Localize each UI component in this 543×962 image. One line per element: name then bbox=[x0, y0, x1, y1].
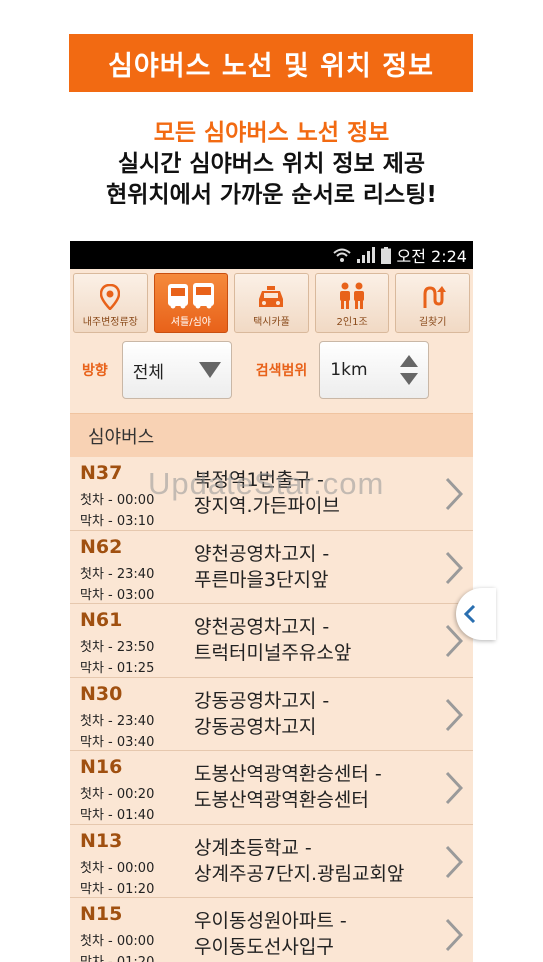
signal-icon bbox=[356, 247, 375, 263]
route-start: 도봉산역광역환승센터 - bbox=[194, 763, 382, 785]
route-end: 푸른마을3단지앞 bbox=[194, 568, 329, 591]
route-row[interactable]: N13 첫차 - 00:00 막차 - 01:20 상계초등학교 - 상계주공7단지.광… bbox=[70, 824, 473, 898]
last-bus-time: 막차 - 01:40 bbox=[80, 808, 155, 823]
first-bus-time: 첫차 - 23:40 bbox=[80, 566, 155, 582]
last-bus-time: 막차 - 03:10 bbox=[80, 514, 155, 529]
route-end: 트럭터미널주유소앞 bbox=[194, 642, 352, 664]
chevron-right-icon bbox=[445, 551, 463, 584]
battery-icon bbox=[380, 246, 391, 264]
route-endpoints: 우이동성원아파트 - 우이동도선사입구 bbox=[194, 908, 347, 960]
section-header: 심야버스 bbox=[70, 413, 473, 457]
chevron-right-icon bbox=[445, 845, 463, 878]
first-bus-time: 첫차 - 00:00 bbox=[80, 860, 155, 876]
promo-line-3: 현위치에서 가까운 순서로 리스팅! bbox=[106, 182, 437, 208]
chevron-right-icon bbox=[445, 477, 463, 511]
status-bar: 오전 2:24 bbox=[70, 241, 473, 269]
toolbar-route-finder[interactable]: 길찾기 bbox=[395, 273, 470, 333]
taxi-icon bbox=[259, 286, 284, 307]
first-bus-time: 첫차 - 00:20 bbox=[80, 787, 155, 802]
route-start: 강동공영차고지 - bbox=[194, 689, 330, 712]
promo-line-1: 모든 심야버스 노선 정보 bbox=[153, 120, 390, 146]
route-number: N15 bbox=[80, 903, 123, 925]
route-end: 도봉산역광역환승센터 bbox=[194, 789, 369, 811]
route-icon bbox=[423, 286, 446, 308]
toolbar-two-person[interactable]: 2인1조 bbox=[314, 273, 390, 333]
location-pin-icon bbox=[100, 284, 121, 310]
route-start: 우이동성원아파트 - bbox=[194, 910, 347, 932]
filter-bar: 방향 전체 검색범위 1km bbox=[70, 333, 473, 407]
first-bus-time: 첫차 - 00:00 bbox=[80, 493, 155, 508]
direction-value: 전체 bbox=[132, 362, 165, 383]
route-row[interactable]: N30 첫차 - 23:40 막차 - 03:40 강동공영차고지 - 강동공영차고지 bbox=[70, 677, 473, 751]
route-end: 우이동도선사입구 bbox=[194, 936, 334, 958]
promo-text: 모든 심야버스 노선 정보 실시간 심야버스 위치 정보 제공 현위치에서 가까… bbox=[0, 118, 543, 211]
route-number: N30 bbox=[80, 682, 123, 705]
last-bus-time: 막차 - 01:20 bbox=[80, 881, 155, 897]
status-time: 오전 2:24 bbox=[396, 247, 467, 266]
route-end: 상계주공7단지.광림교회앞 bbox=[194, 862, 405, 885]
chevron-right-icon bbox=[445, 918, 463, 952]
route-row[interactable]: N16 첫차 - 00:20 막차 - 01:40 도봉산역광역환승센터 - 도봉산역광… bbox=[70, 751, 473, 825]
route-number: N62 bbox=[80, 535, 123, 558]
route-row[interactable]: N37 첫차 - 00:00 막차 - 03:10 북정역1번출구 - 장지역.가든파이… bbox=[70, 457, 473, 531]
direction-label: 방향 bbox=[82, 363, 108, 379]
range-select[interactable]: 1km bbox=[319, 341, 430, 399]
last-bus-time: 막차 - 03:40 bbox=[80, 734, 155, 750]
top-toolbar: 내주변정류장 셔틀/심야 택시카풀 2인1조 길찾기 bbox=[70, 269, 473, 333]
route-end: 강동공영차고지 bbox=[194, 715, 317, 738]
chevron-right-icon bbox=[445, 771, 463, 805]
first-bus-time: 첫차 - 23:50 bbox=[80, 640, 155, 655]
wifi-icon bbox=[332, 248, 351, 262]
route-endpoints: 상계초등학교 - 상계주공7단지.광림교회앞 bbox=[194, 835, 404, 887]
toolbar-taxi-carpool[interactable]: 택시카풀 bbox=[234, 273, 309, 333]
route-list: N37 첫차 - 00:00 막차 - 03:10 북정역1번출구 - 장지역.가든파이… bbox=[70, 457, 473, 962]
route-row[interactable]: N61 첫차 - 23:50 막차 - 01:25 양천공영차고지 - 트럭터미널주유소… bbox=[70, 604, 473, 678]
last-bus-time: 막차 - 01:20 bbox=[80, 951, 154, 962]
route-row[interactable]: N15 첫차 - 00:00 막차 - 01:20 우이동성원아파트 - 우이동도선사입… bbox=[70, 898, 473, 962]
route-endpoints: 강동공영차고지 - 강동공영차고지 bbox=[194, 688, 329, 740]
bus-icon bbox=[167, 283, 214, 309]
route-start: 상계초등학교 - bbox=[194, 836, 312, 859]
toolbar-nearby-stops[interactable]: 내주변정류장 bbox=[73, 273, 148, 333]
direction-select[interactable]: 전체 bbox=[121, 341, 232, 399]
last-bus-time: 막차 - 01:25 bbox=[80, 661, 155, 676]
range-label: 검색범위 bbox=[255, 363, 308, 379]
route-end: 장지역.가든파이브 bbox=[194, 495, 340, 517]
chevron-left-icon bbox=[464, 605, 476, 623]
route-endpoints: 양천공영차고지 - 트럭터미널주유소앞 bbox=[194, 614, 351, 666]
route-number: N37 bbox=[80, 462, 123, 484]
route-start: 북정역1번출구 - bbox=[194, 469, 324, 491]
triangle-down-icon bbox=[198, 362, 221, 378]
first-bus-time: 첫차 - 00:00 bbox=[80, 934, 155, 949]
banner-title: 심야버스 노선 및 위치 정보 bbox=[69, 34, 473, 92]
route-endpoints: 북정역1번출구 - 장지역.가든파이브 bbox=[194, 467, 340, 519]
route-number: N16 bbox=[80, 756, 123, 778]
route-number: N61 bbox=[80, 609, 123, 631]
route-number: N13 bbox=[80, 829, 123, 852]
chevron-right-icon bbox=[445, 698, 463, 731]
up-down-arrow-icon bbox=[400, 355, 419, 385]
range-value: 1km bbox=[330, 360, 368, 380]
phone-screen: 오전 2:24 내주변정류장 셔틀/심야 택시카풀 2인1조 길찾기 방향 전체… bbox=[70, 241, 473, 962]
last-bus-time: 막차 - 03:00 bbox=[80, 587, 155, 603]
route-start: 양천공영차고지 - bbox=[194, 616, 330, 638]
route-start: 양천공영차고지 - bbox=[194, 542, 330, 565]
promo-line-2: 실시간 심야버스 위치 정보 제공 bbox=[117, 151, 426, 177]
route-row[interactable]: N62 첫차 - 23:40 막차 - 03:00 양천공영차고지 - 푸른마을3단지앞 bbox=[70, 530, 473, 604]
two-people-icon bbox=[340, 282, 365, 309]
first-bus-time: 첫차 - 23:40 bbox=[80, 713, 155, 729]
toolbar-shuttle-night[interactable]: 셔틀/심야 bbox=[153, 273, 229, 333]
route-endpoints: 도봉산역광역환승센터 - 도봉산역광역환승센터 bbox=[194, 761, 382, 813]
route-endpoints: 양천공영차고지 - 푸른마을3단지앞 bbox=[194, 541, 329, 593]
